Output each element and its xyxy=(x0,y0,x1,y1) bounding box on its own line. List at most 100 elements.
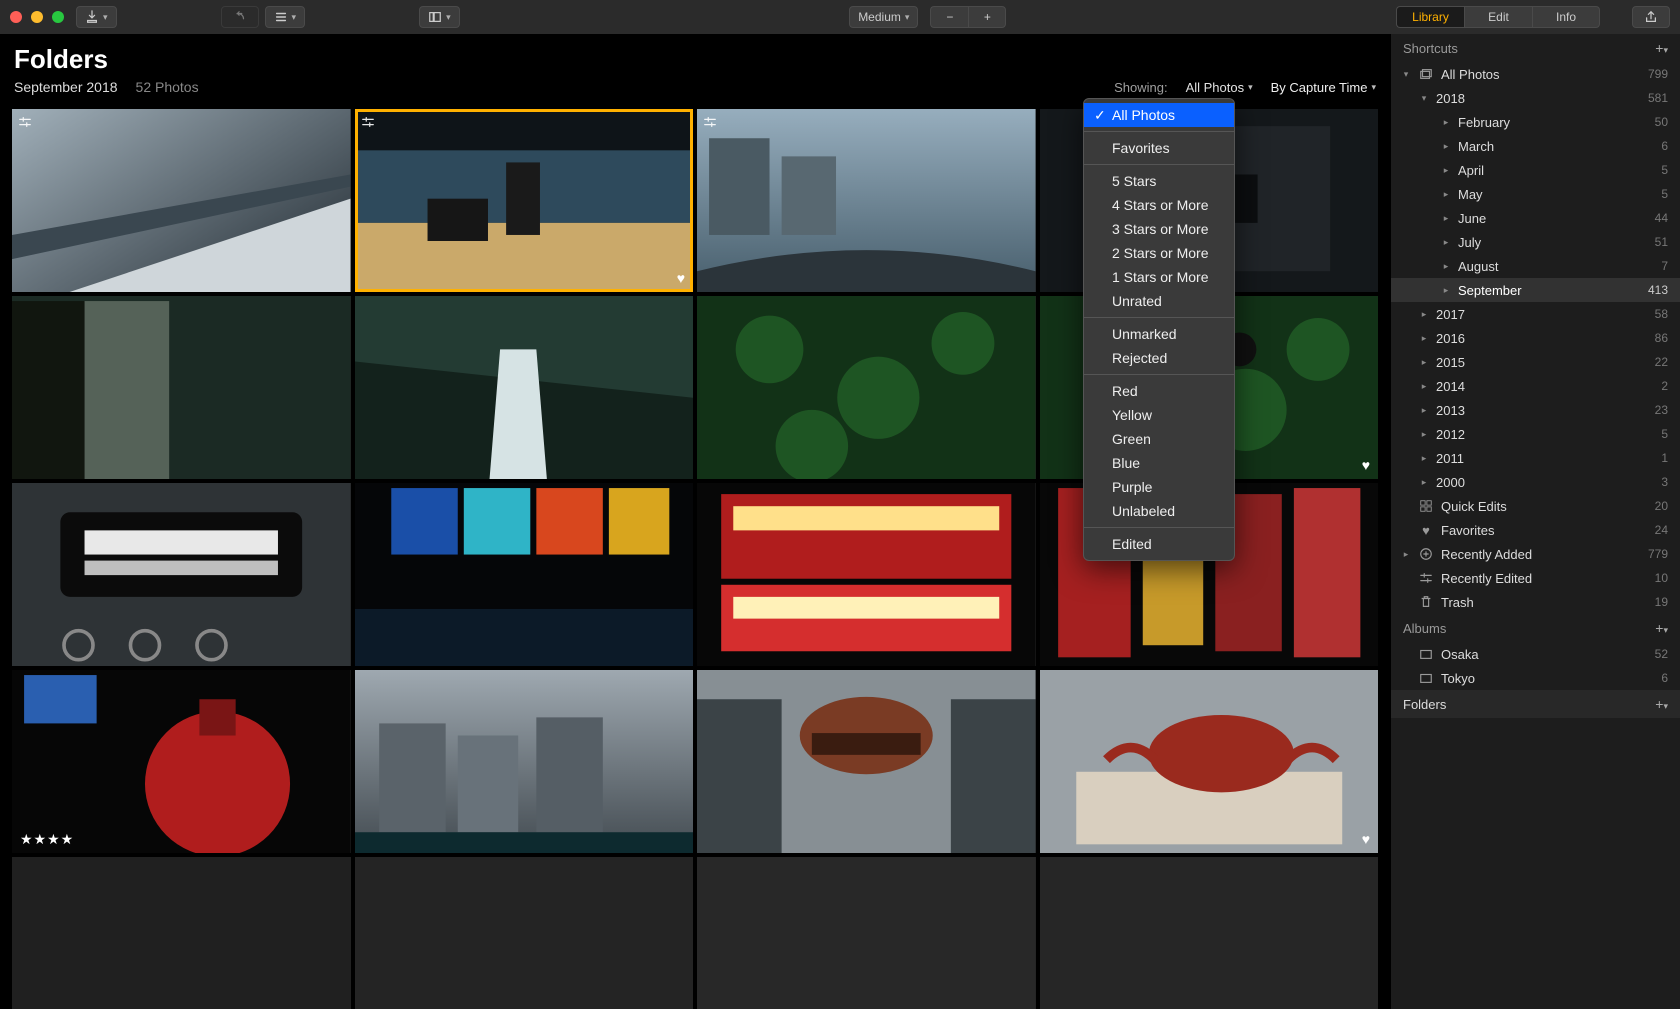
sidebar-item-recently-added[interactable]: ▸Recently Added779 xyxy=(1391,542,1680,566)
thumbnail[interactable] xyxy=(697,857,1036,1009)
sort-select[interactable]: By Capture Time▾ xyxy=(1271,80,1376,95)
thumbnail[interactable]: ♥ xyxy=(1040,670,1379,853)
sidebar-month[interactable]: ▸February50 xyxy=(1391,110,1680,134)
zoom-out-button[interactable]: − xyxy=(930,6,968,28)
thumbnail[interactable] xyxy=(355,296,694,479)
sidebar-month[interactable]: ▸June44 xyxy=(1391,206,1680,230)
filter-option[interactable]: 5 Stars xyxy=(1084,169,1234,193)
filter-select[interactable]: All Photos▾ xyxy=(1186,80,1253,95)
star-rating: ★★★★ xyxy=(20,831,74,848)
filter-option[interactable]: Red xyxy=(1084,379,1234,403)
thumbnail[interactable] xyxy=(355,857,694,1009)
fullscreen-window-button[interactable] xyxy=(52,11,64,23)
stack-icon xyxy=(1418,66,1434,82)
tab-library[interactable]: Library xyxy=(1396,6,1464,28)
tab-edit[interactable]: Edit xyxy=(1464,6,1532,28)
sidebar-year[interactable]: ▸20003 xyxy=(1391,470,1680,494)
disclosure-right-icon: ▸ xyxy=(1419,429,1429,440)
sidebar-item-favorites[interactable]: ♥Favorites24 xyxy=(1391,518,1680,542)
album-icon xyxy=(1418,670,1434,686)
thumbnail[interactable] xyxy=(355,483,694,666)
sidebar-item-all-photos[interactable]: ▾ All Photos 799 xyxy=(1391,62,1680,86)
disclosure-right-icon: ▸ xyxy=(1441,117,1451,128)
thumbnail[interactable] xyxy=(1040,857,1379,1009)
thumbnail[interactable]: ★★★★ xyxy=(12,670,351,853)
zoom-in-button[interactable]: + xyxy=(968,6,1006,28)
sidebar-year[interactable]: ▸201522 xyxy=(1391,350,1680,374)
sidebar-year[interactable]: ▸20111 xyxy=(1391,446,1680,470)
thumbnail[interactable] xyxy=(697,483,1036,666)
filter-option[interactable]: Yellow xyxy=(1084,403,1234,427)
filter-option[interactable]: Unrated xyxy=(1084,289,1234,313)
sidebar-item-trash[interactable]: Trash19 xyxy=(1391,590,1680,614)
thumbnail[interactable] xyxy=(12,483,351,666)
thumbnail-size-select[interactable]: Medium ▾ xyxy=(849,6,918,28)
favorites-icon: ♥ xyxy=(1418,522,1434,538)
adjustments-icon xyxy=(703,115,717,129)
sidebar-item-recently-edited[interactable]: Recently Edited10 xyxy=(1391,566,1680,590)
sidebar-month[interactable]: ▸August7 xyxy=(1391,254,1680,278)
filter-option[interactable]: Purple xyxy=(1084,475,1234,499)
undo-button[interactable] xyxy=(221,6,259,28)
filter-option[interactable]: Edited xyxy=(1084,532,1234,556)
adjustments-icon xyxy=(18,115,32,129)
filter-option[interactable]: Blue xyxy=(1084,451,1234,475)
thumbnail[interactable] xyxy=(355,670,694,853)
thumbnail[interactable] xyxy=(12,109,351,292)
sidebar-year[interactable]: ▸20125 xyxy=(1391,422,1680,446)
disclosure-right-icon: ▸ xyxy=(1419,477,1429,488)
filter-option[interactable]: 2 Stars or More xyxy=(1084,241,1234,265)
recently-edited-icon xyxy=(1418,570,1434,586)
filter-option[interactable]: All Photos xyxy=(1084,103,1234,127)
quick-edits-icon xyxy=(1418,498,1434,514)
sidebar-year[interactable]: ▸201758 xyxy=(1391,302,1680,326)
sidebar-album[interactable]: Tokyo6 xyxy=(1391,666,1680,690)
import-icon xyxy=(85,10,99,24)
subtitle-date: September 2018 xyxy=(14,79,118,95)
list-style-button[interactable]: ▾ xyxy=(265,6,306,28)
sidebar-month[interactable]: ▸September413 xyxy=(1391,278,1680,302)
add-album-button[interactable]: +▾ xyxy=(1655,620,1668,636)
thumbnail[interactable] xyxy=(12,857,351,1009)
close-window-button[interactable] xyxy=(10,11,22,23)
sidebar-month[interactable]: ▸May5 xyxy=(1391,182,1680,206)
thumbnail[interactable] xyxy=(697,109,1036,292)
subtitle-count: 52 Photos xyxy=(136,79,199,95)
import-button[interactable]: ▾ xyxy=(76,6,117,28)
sidebar-album[interactable]: Osaka52 xyxy=(1391,642,1680,666)
tab-info[interactable]: Info xyxy=(1532,6,1600,28)
disclosure-down-icon: ▾ xyxy=(1401,69,1411,80)
add-shortcut-button[interactable]: +▾ xyxy=(1655,40,1668,56)
filter-option[interactable]: Favorites xyxy=(1084,136,1234,160)
thumbnail[interactable]: ♥ xyxy=(355,109,694,292)
favorite-icon: ♥ xyxy=(1362,457,1370,473)
filter-option[interactable]: 1 Stars or More xyxy=(1084,265,1234,289)
thumbnail[interactable] xyxy=(12,296,351,479)
disclosure-right-icon: ▸ xyxy=(1419,405,1429,416)
view-mode-button[interactable]: ▾ xyxy=(419,6,460,28)
filter-option[interactable]: 3 Stars or More xyxy=(1084,217,1234,241)
minimize-window-button[interactable] xyxy=(31,11,43,23)
filter-option[interactable]: 4 Stars or More xyxy=(1084,193,1234,217)
sidebar-year[interactable]: ▸20142 xyxy=(1391,374,1680,398)
filter-option[interactable]: Unlabeled xyxy=(1084,499,1234,523)
sidebar-month[interactable]: ▸April5 xyxy=(1391,158,1680,182)
filter-dropdown[interactable]: All Photos Favorites 5 Stars4 Stars or Mor… xyxy=(1083,98,1235,561)
filter-option[interactable]: Unmarked xyxy=(1084,322,1234,346)
sidebar-year[interactable]: ▸201323 xyxy=(1391,398,1680,422)
thumbnail-size-label: Medium xyxy=(858,10,901,24)
thumbnail[interactable] xyxy=(697,670,1036,853)
trash-icon xyxy=(1418,594,1434,610)
share-button[interactable] xyxy=(1632,6,1670,28)
filter-option[interactable]: Rejected xyxy=(1084,346,1234,370)
sidebar-item-quick-edits[interactable]: Quick Edits20 xyxy=(1391,494,1680,518)
sidebar-month[interactable]: ▸July51 xyxy=(1391,230,1680,254)
add-folder-button[interactable]: +▾ xyxy=(1655,696,1668,712)
sidebar-month[interactable]: ▸March6 xyxy=(1391,134,1680,158)
sidebar: Shortcuts +▾ ▾ All Photos 799 ▾2018581▸F… xyxy=(1390,34,1680,1009)
filter-option[interactable]: Green xyxy=(1084,427,1234,451)
showing-label: Showing: xyxy=(1114,80,1167,95)
sidebar-year[interactable]: ▸201686 xyxy=(1391,326,1680,350)
sidebar-year[interactable]: ▾2018581 xyxy=(1391,86,1680,110)
thumbnail[interactable] xyxy=(697,296,1036,479)
